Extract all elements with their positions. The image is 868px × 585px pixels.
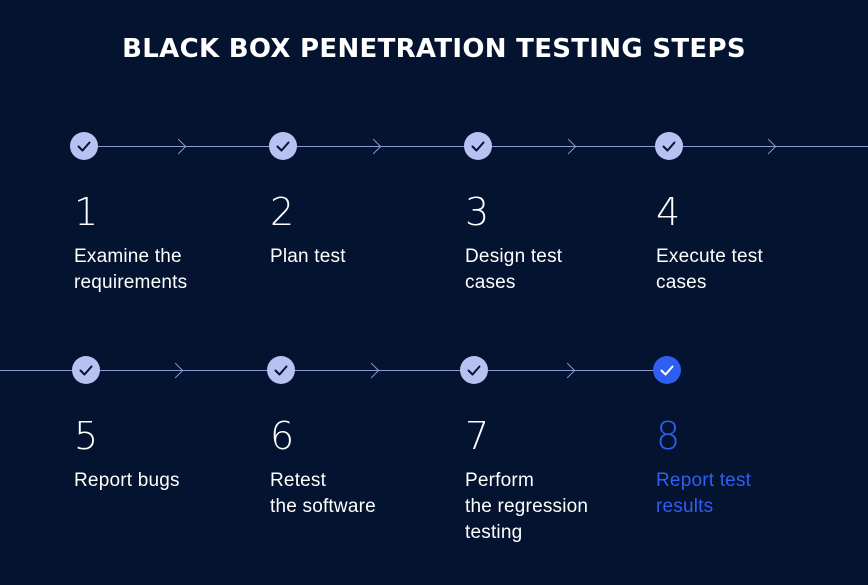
step-1: 1 Examine the requirements (74, 192, 187, 296)
chevron-right-icon (363, 362, 380, 379)
step-label: Perform the regression testing (465, 470, 589, 543)
chevron-right-icon (167, 362, 184, 379)
chevron-right-icon (560, 138, 577, 155)
step-label: Plan test (270, 246, 346, 267)
check-circle-icon (72, 356, 100, 384)
check-circle-icon (269, 132, 297, 160)
step-4: 4 Execute test cases (656, 192, 763, 296)
step-2: 2 Plan test (270, 192, 346, 270)
check-circle-icon (460, 356, 488, 384)
step-label: Execute test cases (656, 246, 763, 293)
check-circle-icon (464, 132, 492, 160)
step-number: 8 (656, 414, 681, 458)
chevron-right-icon (559, 362, 576, 379)
chevron-right-icon (365, 138, 382, 155)
step-3: 3 Design test cases (465, 192, 562, 296)
step-number: 5 (74, 414, 99, 458)
step-number: 2 (270, 190, 295, 234)
chevron-right-icon (760, 138, 777, 155)
step-label: Report bugs (74, 470, 180, 491)
step-label: Examine the requirements (74, 246, 188, 293)
check-circle-icon (655, 132, 683, 160)
step-8: 8 Report test results (656, 416, 751, 520)
step-label: Report test results (656, 470, 752, 517)
step-5: 5 Report bugs (74, 416, 180, 494)
step-number: 3 (465, 190, 490, 234)
step-number: 6 (270, 414, 295, 458)
step-7: 7 Perform the regression testing (465, 416, 588, 546)
page-title: BLACK BOX PENETRATION TESTING STEPS (122, 34, 746, 64)
check-circle-active-icon (653, 356, 681, 384)
chevron-right-icon (170, 138, 187, 155)
step-label: Design test cases (465, 246, 563, 293)
step-number: 1 (74, 190, 99, 234)
step-number: 4 (656, 190, 681, 234)
step-number: 7 (465, 414, 490, 458)
check-circle-icon (70, 132, 98, 160)
step-label: Retest the software (270, 470, 376, 517)
check-circle-icon (267, 356, 295, 384)
step-6: 6 Retest the software (270, 416, 376, 520)
